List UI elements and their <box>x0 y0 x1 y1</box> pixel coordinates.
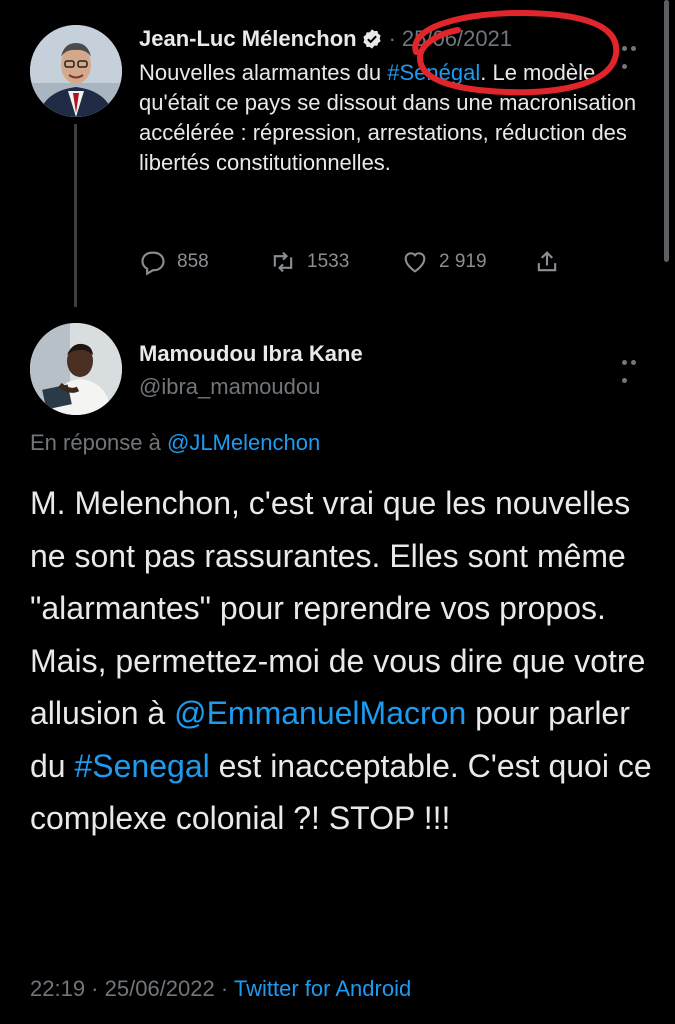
like-button[interactable]: 2 919 <box>401 247 487 277</box>
share-button[interactable] <box>533 247 571 277</box>
reply-prefix: En réponse à <box>30 430 167 455</box>
tweet-actions: 858 1533 2 919 <box>139 247 579 277</box>
avatar[interactable] <box>30 25 122 117</box>
hashtag-link[interactable]: #Sénégal <box>387 60 480 85</box>
reply-button[interactable]: 858 <box>139 247 209 277</box>
thread-line <box>74 124 77 307</box>
tweet-source-link[interactable]: Twitter for Android <box>234 976 411 1001</box>
author-handle[interactable]: @ibra_mamoudou <box>139 374 320 400</box>
tweet-text-part: Nouvelles alarmantes du <box>139 60 388 85</box>
tweet-text: M. Melenchon, c'est vrai que les nouvell… <box>30 477 665 845</box>
like-count: 2 919 <box>439 251 487 272</box>
retweet-icon <box>273 251 293 273</box>
mention-link[interactable]: @EmmanuelMacron <box>174 695 466 731</box>
reply-context: En réponse à @JLMelenchon <box>30 430 320 456</box>
separator: · <box>85 976 105 1001</box>
retweet-count: 1533 <box>307 251 350 272</box>
reply-handle-link[interactable]: @JLMelenchon <box>167 430 320 455</box>
like-icon <box>404 252 426 273</box>
more-icon[interactable] <box>622 38 648 69</box>
avatar[interactable] <box>30 323 122 415</box>
reply-icon <box>141 251 165 276</box>
reply-count: 858 <box>177 251 209 272</box>
author-name[interactable]: Jean-Luc Mélenchon <box>139 26 357 51</box>
more-icon[interactable] <box>622 352 648 383</box>
tweet-text: Nouvelles alarmantes du #Sénégal. Le mod… <box>139 58 659 178</box>
tweet-meta: 22:19 · 25/06/2022 · Twitter for Android <box>30 976 411 1002</box>
share-icon <box>537 251 557 272</box>
tweet-date[interactable]: 25/06/2021 <box>402 26 512 51</box>
hashtag-link[interactable]: #Senegal <box>74 748 209 784</box>
quoted-tweet[interactable]: Jean-Luc Mélenchon · 25/06/2021 Nouvelles … <box>0 0 675 310</box>
tweet-time[interactable]: 22:19 <box>30 976 85 1001</box>
separator: · <box>214 976 234 1001</box>
tweet-header: Jean-Luc Mélenchon · 25/06/2021 <box>139 26 512 52</box>
verified-badge-icon <box>361 28 383 50</box>
separator: · <box>388 26 396 51</box>
author-name[interactable]: Mamoudou Ibra Kane <box>139 341 363 367</box>
retweet-button[interactable]: 1533 <box>269 247 349 277</box>
tweet-date[interactable]: 25/06/2022 <box>105 976 215 1001</box>
